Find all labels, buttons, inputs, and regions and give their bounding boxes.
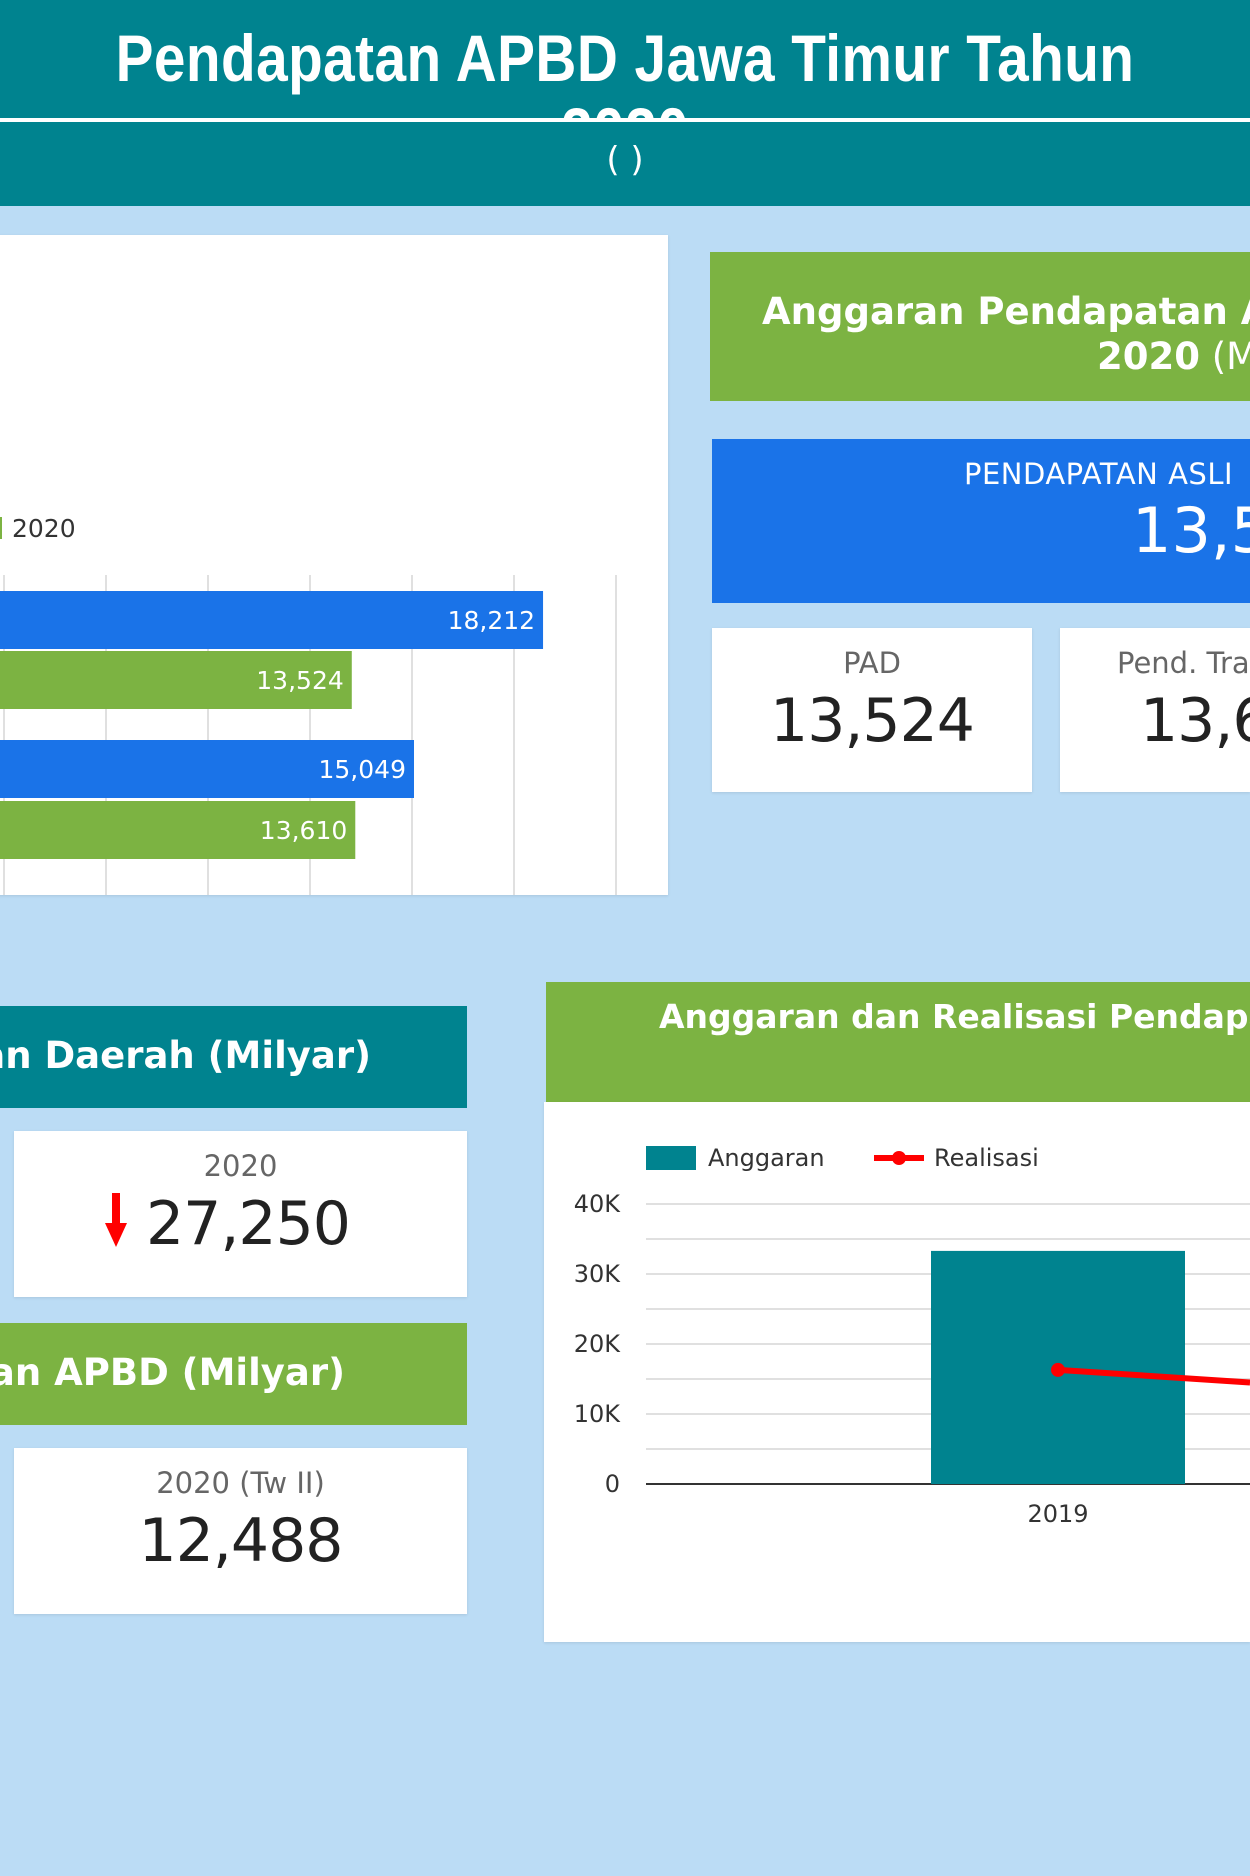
anggaran-header-unit: (M bbox=[1211, 335, 1250, 378]
pendapatan-apbd-period: 2020 (Tw II) bbox=[156, 1466, 325, 1500]
pendapatan-daerah-year: 2020 bbox=[203, 1149, 278, 1183]
pendapatan-apbd-header: tan APBD (Milyar) bbox=[0, 1323, 467, 1425]
pad-summary-value: 13,52 bbox=[1132, 494, 1250, 567]
pad-summary-title: PENDAPATAN ASLI bbox=[964, 457, 1234, 491]
bar-value-label: 15,049 bbox=[319, 755, 406, 784]
y-tick-label: 40K bbox=[574, 1190, 622, 1218]
bar-value-label: 13,610 bbox=[260, 816, 347, 845]
legend-label-realisasi: Realisasi bbox=[934, 1144, 1039, 1172]
pendapatan-daerah-card: 2020 27,250 bbox=[14, 1131, 467, 1297]
pendapatan-daerah-value: 27,250 bbox=[146, 1189, 351, 1259]
anggaran-realisasi-chart: Anggaran Realisasi 0 10K 20K 30K 40K 2019 bbox=[574, 1144, 1250, 1528]
transfer-card-label: Pend. Tra bbox=[1117, 646, 1250, 680]
legend-swatch bbox=[0, 517, 2, 539]
y-tick-label: 20K bbox=[574, 1330, 622, 1358]
transfer-card-value: 13,67 bbox=[1140, 686, 1250, 756]
realisasi-chart-title: Anggaran dan Realisasi Pendapat bbox=[659, 997, 1250, 1036]
anggaran-header: Anggaran Pendapatan Al 2020 (M bbox=[710, 252, 1250, 401]
x-tick-label: 2019 bbox=[1027, 1500, 1088, 1528]
pad-card-value: 13,524 bbox=[770, 686, 975, 756]
pendapatan-apbd-card: 2020 (Tw II) 12,488 bbox=[14, 1448, 467, 1614]
bar-value-label: 13,524 bbox=[256, 666, 343, 695]
pad-card: PAD 13,524 bbox=[712, 628, 1032, 792]
pad-card-label: PAD bbox=[843, 646, 901, 680]
horizontal-bar-chart: 2020K7.5K10K12.5K15K17.5K20K18,21213,524… bbox=[0, 514, 617, 895]
pendapatan-daerah-title: tan Daerah (Milyar) bbox=[0, 1034, 371, 1077]
header-subtitle: ( ) bbox=[606, 140, 644, 180]
bar-value-label: 18,212 bbox=[448, 606, 535, 635]
anggaran-header-line1: Anggaran Pendapatan Al bbox=[762, 290, 1250, 333]
y-tick-label: 30K bbox=[574, 1260, 622, 1288]
legend-label-anggaran: Anggaran bbox=[708, 1144, 825, 1172]
pendapatan-daerah-header: tan Daerah (Milyar) bbox=[0, 1006, 467, 1108]
anggaran-header-year: 2020 bbox=[1097, 335, 1200, 378]
realisasi-point-2019 bbox=[1051, 1362, 1065, 1377]
transfer-card: Pend. Tra 13,67 bbox=[1060, 628, 1250, 792]
pendapatan-apbd-value: 12,488 bbox=[138, 1506, 344, 1576]
pad-summary-box: PENDAPATAN ASLI 13,52 bbox=[712, 439, 1250, 603]
legend-swatch-anggaran bbox=[646, 1146, 696, 1170]
arrow-down-icon bbox=[105, 1193, 127, 1247]
y-tick-label: 10K bbox=[574, 1400, 622, 1428]
realisasi-chart-header: Anggaran dan Realisasi Pendapat bbox=[546, 982, 1250, 1102]
pendapatan-apbd-title: tan APBD (Milyar) bbox=[0, 1351, 345, 1394]
legend-label: 2020 bbox=[12, 514, 76, 543]
legend-marker-realisasi bbox=[892, 1151, 906, 1165]
anggaran-header-line2: 2020 (M bbox=[1097, 335, 1250, 378]
y-tick-label: 0 bbox=[605, 1470, 620, 1498]
